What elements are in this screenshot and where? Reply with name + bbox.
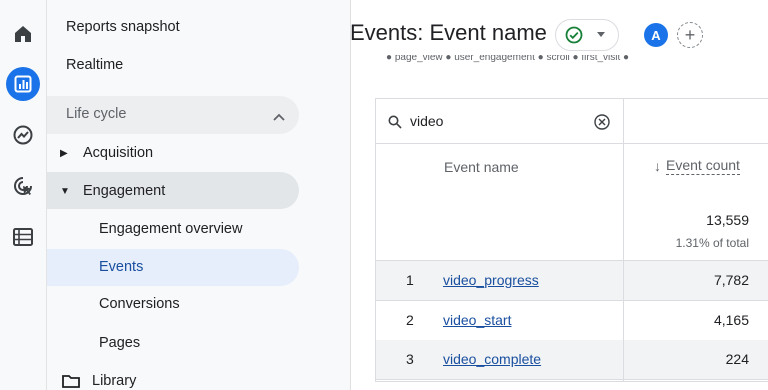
nav-engagement-overview[interactable]: Engagement overview — [99, 221, 242, 237]
explore-icon[interactable] — [7, 119, 39, 151]
sort-arrow-icon: ↓ — [654, 158, 661, 174]
nav-pages[interactable]: Pages — [99, 335, 140, 351]
nav-library[interactable]: Library — [62, 373, 136, 389]
plus-icon: + — [684, 25, 696, 45]
clear-icon[interactable] — [594, 114, 610, 135]
advertising-icon[interactable] — [7, 170, 39, 202]
nav-reports-snapshot[interactable]: Reports snapshot — [66, 19, 180, 35]
search-icon — [388, 115, 402, 134]
lifecycle-label: Life cycle — [66, 106, 127, 122]
table-row: 1 video_progress 7,782 — [376, 261, 768, 301]
event-count-value: 4,165 — [713, 312, 749, 328]
column-divider — [623, 301, 624, 340]
page-title: Events: Event name — [350, 20, 547, 45]
home-icon[interactable] — [7, 18, 39, 50]
folder-icon — [62, 375, 80, 388]
event-count-value: 224 — [725, 351, 749, 367]
avatar[interactable]: A — [644, 23, 668, 47]
nav-engagement[interactable]: Engagement — [83, 183, 165, 199]
nav-realtime[interactable]: Realtime — [66, 57, 123, 73]
search-input[interactable] — [410, 111, 580, 131]
event-name-link[interactable]: video_complete — [443, 351, 541, 367]
events-table: Event name ↓ Event count 13,559 1.31% of… — [375, 98, 768, 382]
check-circle-icon — [565, 26, 583, 49]
event-count-value: 7,782 — [713, 272, 749, 288]
lifecycle-section-header[interactable]: Life cycle — [47, 96, 299, 134]
event-name-link[interactable]: video_progress — [443, 272, 539, 288]
chart-legend-strip: ● page_view ● user_engagement ● scroll ●… — [386, 55, 630, 63]
table-search — [376, 99, 624, 144]
header-divider — [376, 143, 768, 144]
reports-icon[interactable] — [6, 67, 40, 101]
row-index: 2 — [406, 312, 414, 328]
table-row: 2 video_start 4,165 — [376, 301, 768, 341]
event-count-label: Event count — [666, 157, 740, 175]
add-comparison-button[interactable]: + — [677, 22, 703, 48]
nav-acquisition[interactable]: Acquisition — [83, 145, 153, 161]
column-header-event-count[interactable]: ↓ Event count — [654, 157, 740, 175]
caret-right-icon[interactable]: ▶ — [60, 148, 68, 159]
events-highlight — [47, 249, 299, 286]
list-icon[interactable] — [7, 221, 39, 253]
row-index: 3 — [406, 351, 414, 367]
column-header-event-name[interactable]: Event name — [444, 159, 519, 175]
column-divider — [623, 340, 624, 379]
chevron-up-icon — [273, 108, 285, 126]
event-name-link[interactable]: video_start — [443, 312, 511, 328]
nav-events[interactable]: Events — [99, 259, 143, 275]
caret-down-icon[interactable]: ▼ — [60, 186, 70, 197]
table-row: 3 video_complete 224 — [376, 340, 768, 380]
report-navigation: Reports snapshot Realtime Life cycle ▶ A… — [47, 0, 351, 390]
data-quality-dropdown[interactable] — [555, 19, 619, 51]
total-percentage: 1.31% of total — [675, 236, 749, 250]
column-divider — [623, 261, 624, 300]
nav-conversions[interactable]: Conversions — [99, 296, 180, 312]
icon-rail — [0, 0, 47, 390]
total-event-count: 13,559 — [706, 212, 749, 228]
library-label: Library — [92, 373, 137, 389]
caret-down-icon — [597, 32, 605, 37]
row-index: 1 — [406, 272, 414, 288]
